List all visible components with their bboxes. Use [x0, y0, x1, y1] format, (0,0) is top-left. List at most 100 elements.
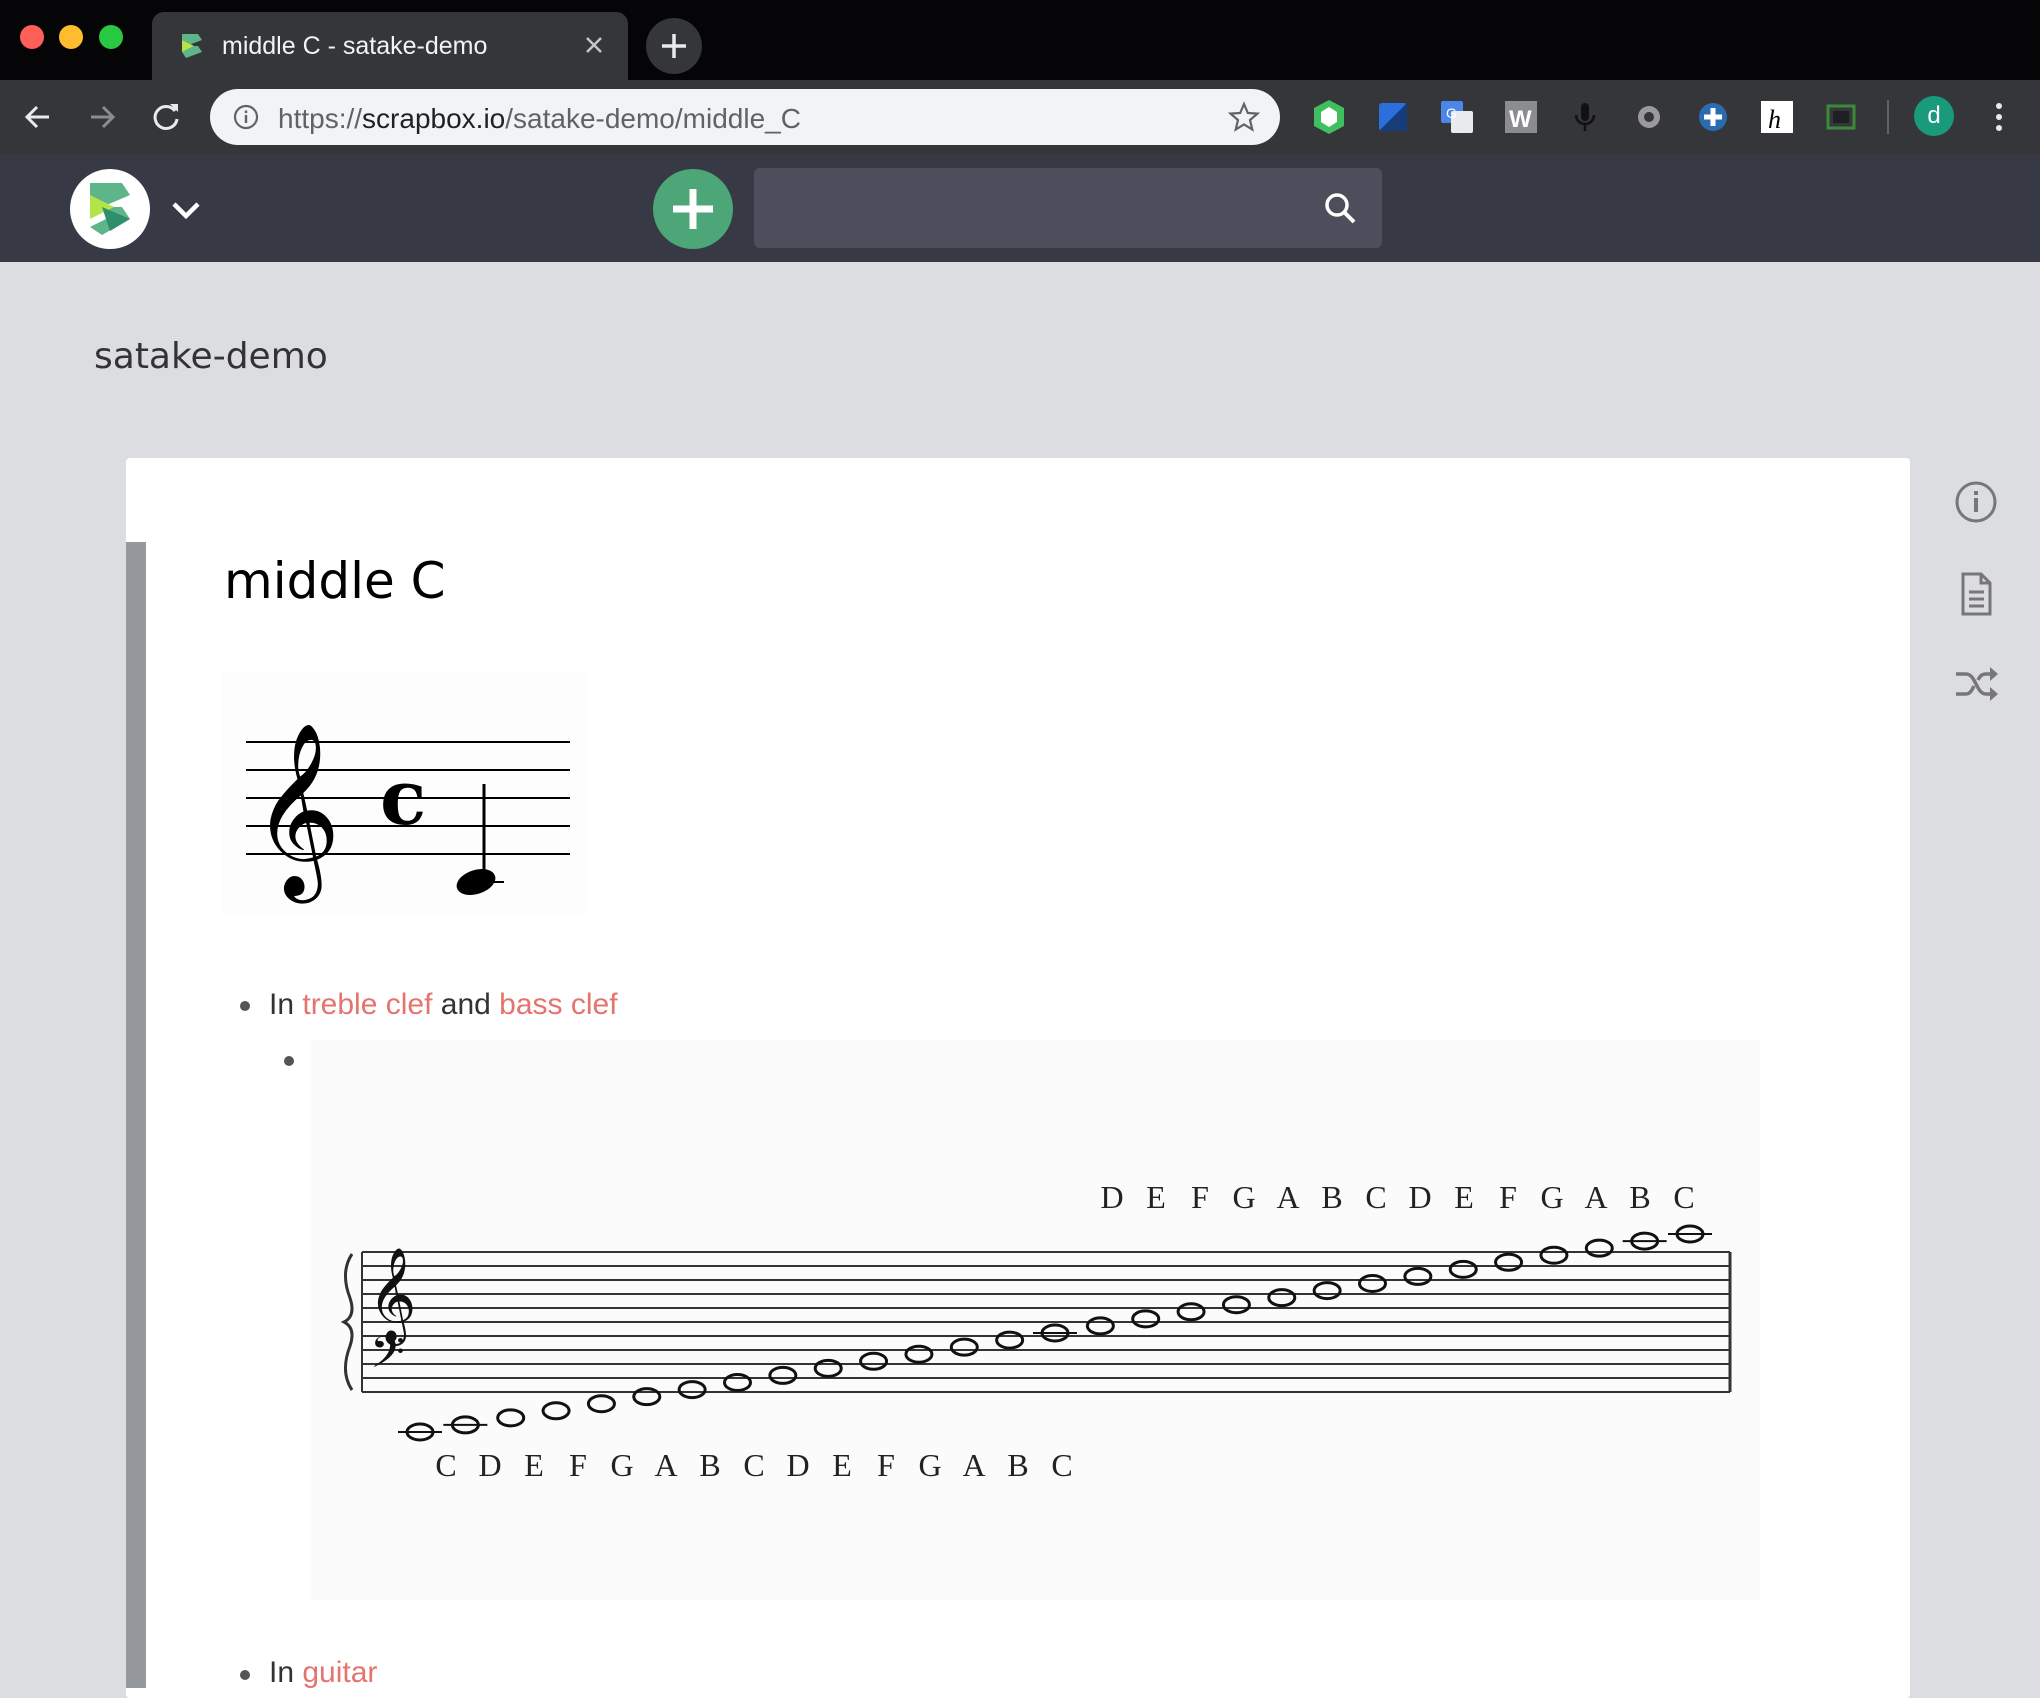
scale-note — [1494, 1252, 1524, 1272]
scale-note-label: C — [435, 1447, 456, 1483]
url-host: scrapbox.io — [362, 103, 506, 134]
document-icon[interactable] — [1952, 570, 2000, 618]
forward-icon[interactable] — [84, 99, 120, 135]
scale-note-label: A — [654, 1447, 677, 1483]
wikipedia-w-icon[interactable]: W — [1501, 97, 1541, 137]
google-translate-icon[interactable]: G — [1437, 97, 1477, 137]
treble-staff-middle-c-icon: 𝄞 c — [246, 722, 570, 904]
browser-menu-icon[interactable] — [1979, 97, 2019, 137]
middle-c-staff-image[interactable]: 𝄞 c — [222, 672, 588, 916]
scrapbox-logo-button[interactable] — [70, 169, 150, 249]
scale-note — [496, 1408, 526, 1428]
list-bullet — [240, 1001, 250, 1011]
new-tab-button[interactable] — [646, 18, 702, 74]
scale-note-label: F — [1499, 1179, 1517, 1215]
close-window-button[interactable] — [20, 25, 44, 49]
scale-note — [1539, 1245, 1569, 1265]
svg-text:c: c — [380, 753, 426, 842]
svg-text:𝄞: 𝄞 — [252, 722, 341, 904]
project-name-link[interactable]: satake-demo — [94, 336, 328, 377]
scale-note — [904, 1344, 934, 1364]
scrapbox-favicon-icon — [182, 34, 202, 58]
site-info-icon[interactable] — [232, 103, 260, 131]
scale-note — [859, 1351, 889, 1371]
list-item-prefix: In — [269, 988, 303, 1021]
list-item-prefix: In — [269, 1656, 303, 1689]
scale-note — [1448, 1259, 1478, 1279]
scale-note-label: C — [1673, 1179, 1694, 1215]
scale-note — [813, 1358, 843, 1378]
scale-note-label: B — [1321, 1179, 1342, 1215]
scale-note — [677, 1380, 707, 1400]
close-tab-icon[interactable] — [578, 29, 610, 61]
minimize-window-button[interactable] — [59, 25, 83, 49]
scale-note-label: D — [478, 1447, 501, 1483]
microphone-icon[interactable] — [1565, 97, 1605, 137]
nested-list-bullet — [284, 1056, 294, 1066]
bookmark-star-icon[interactable] — [1228, 101, 1260, 133]
scale-note-label: C — [743, 1447, 764, 1483]
list-item-clefs: In treble clef and bass clef — [269, 988, 618, 1022]
scale-note-label: C — [1365, 1179, 1386, 1215]
scale-note-label: D — [1100, 1179, 1123, 1215]
extension-green-hexagon-icon[interactable] — [1309, 97, 1349, 137]
page-title[interactable]: middle C — [224, 552, 446, 610]
extension-cross-icon[interactable] — [1693, 97, 1733, 137]
scale-note-label: B — [1007, 1447, 1028, 1483]
scale-note-label: G — [918, 1447, 941, 1483]
browser-toolbar: https://scrapbox.io/satake-demo/middle_C… — [0, 80, 2040, 154]
shuffle-icon[interactable] — [1952, 660, 2000, 708]
scale-note-label: F — [1191, 1179, 1209, 1215]
url-scheme: https:// — [278, 103, 363, 134]
url-path: /satake-demo/middle_C — [505, 103, 801, 134]
guitar-link[interactable]: guitar — [302, 1656, 377, 1689]
extension-gear-icon[interactable] — [1629, 97, 1669, 137]
screen-capture-icon[interactable] — [1821, 97, 1861, 137]
back-icon[interactable] — [20, 99, 56, 135]
list-item-middle: and — [432, 988, 500, 1021]
scale-note-label: A — [1584, 1179, 1607, 1215]
scale-note — [1085, 1316, 1115, 1336]
scale-note — [1131, 1309, 1161, 1329]
bass-clef-link[interactable]: bass clef — [499, 988, 617, 1021]
scale-note — [768, 1365, 798, 1385]
hypothesis-h-icon[interactable]: h — [1757, 97, 1797, 137]
browser-tab[interactable]: middle C - satake-demo — [152, 12, 628, 80]
scale-note-label: F — [877, 1447, 895, 1483]
svg-text:𝄢: 𝄢 — [370, 1326, 405, 1389]
grand-staff-scale-icon: 𝄞 𝄢 DEFGABCDEFGABC CDEFGABCDEFGABC — [340, 1179, 1732, 1483]
zoom-window-button[interactable] — [99, 25, 123, 49]
scale-note — [1312, 1281, 1342, 1301]
svg-text:W: W — [1509, 106, 1532, 133]
profile-avatar[interactable]: d — [1914, 96, 1954, 136]
browser-titlebar: middle C - satake-demo — [0, 0, 2040, 80]
scrapbox-logo-icon — [90, 183, 130, 235]
extension-blue-square-icon[interactable] — [1373, 97, 1413, 137]
scale-note — [1358, 1274, 1387, 1293]
reload-icon[interactable] — [148, 99, 184, 135]
scale-note — [949, 1337, 979, 1357]
scale-note-label: B — [1629, 1179, 1650, 1215]
url-text: https://scrapbox.io/satake-demo/middle_C — [278, 103, 801, 135]
search-input[interactable] — [754, 168, 1382, 248]
scale-note-label: G — [1232, 1179, 1255, 1215]
scale-note-label: F — [569, 1447, 587, 1483]
list-item-guitar: In guitar — [269, 1656, 377, 1690]
scale-note-label: E — [1454, 1179, 1474, 1215]
scale-note-label: C — [1051, 1447, 1072, 1483]
scale-note-label: E — [832, 1447, 852, 1483]
scale-note-label: B — [699, 1447, 720, 1483]
project-menu-chevron-down-icon[interactable] — [166, 190, 206, 230]
page-left-bar — [126, 542, 146, 1688]
scale-note — [1176, 1302, 1206, 1322]
info-icon[interactable] — [1952, 478, 2000, 526]
search-icon[interactable] — [1322, 190, 1358, 226]
new-page-button[interactable] — [653, 169, 733, 249]
scale-note — [995, 1330, 1025, 1350]
scale-note — [1584, 1238, 1614, 1258]
grand-staff-scale-image[interactable]: 𝄞 𝄢 DEFGABCDEFGABC CDEFGABCDEFGABC — [310, 1040, 1760, 1600]
treble-clef-link[interactable]: treble clef — [302, 988, 432, 1021]
scale-note — [1221, 1295, 1251, 1315]
plus-icon — [662, 34, 686, 58]
address-bar[interactable]: https://scrapbox.io/satake-demo/middle_C — [210, 89, 1280, 145]
